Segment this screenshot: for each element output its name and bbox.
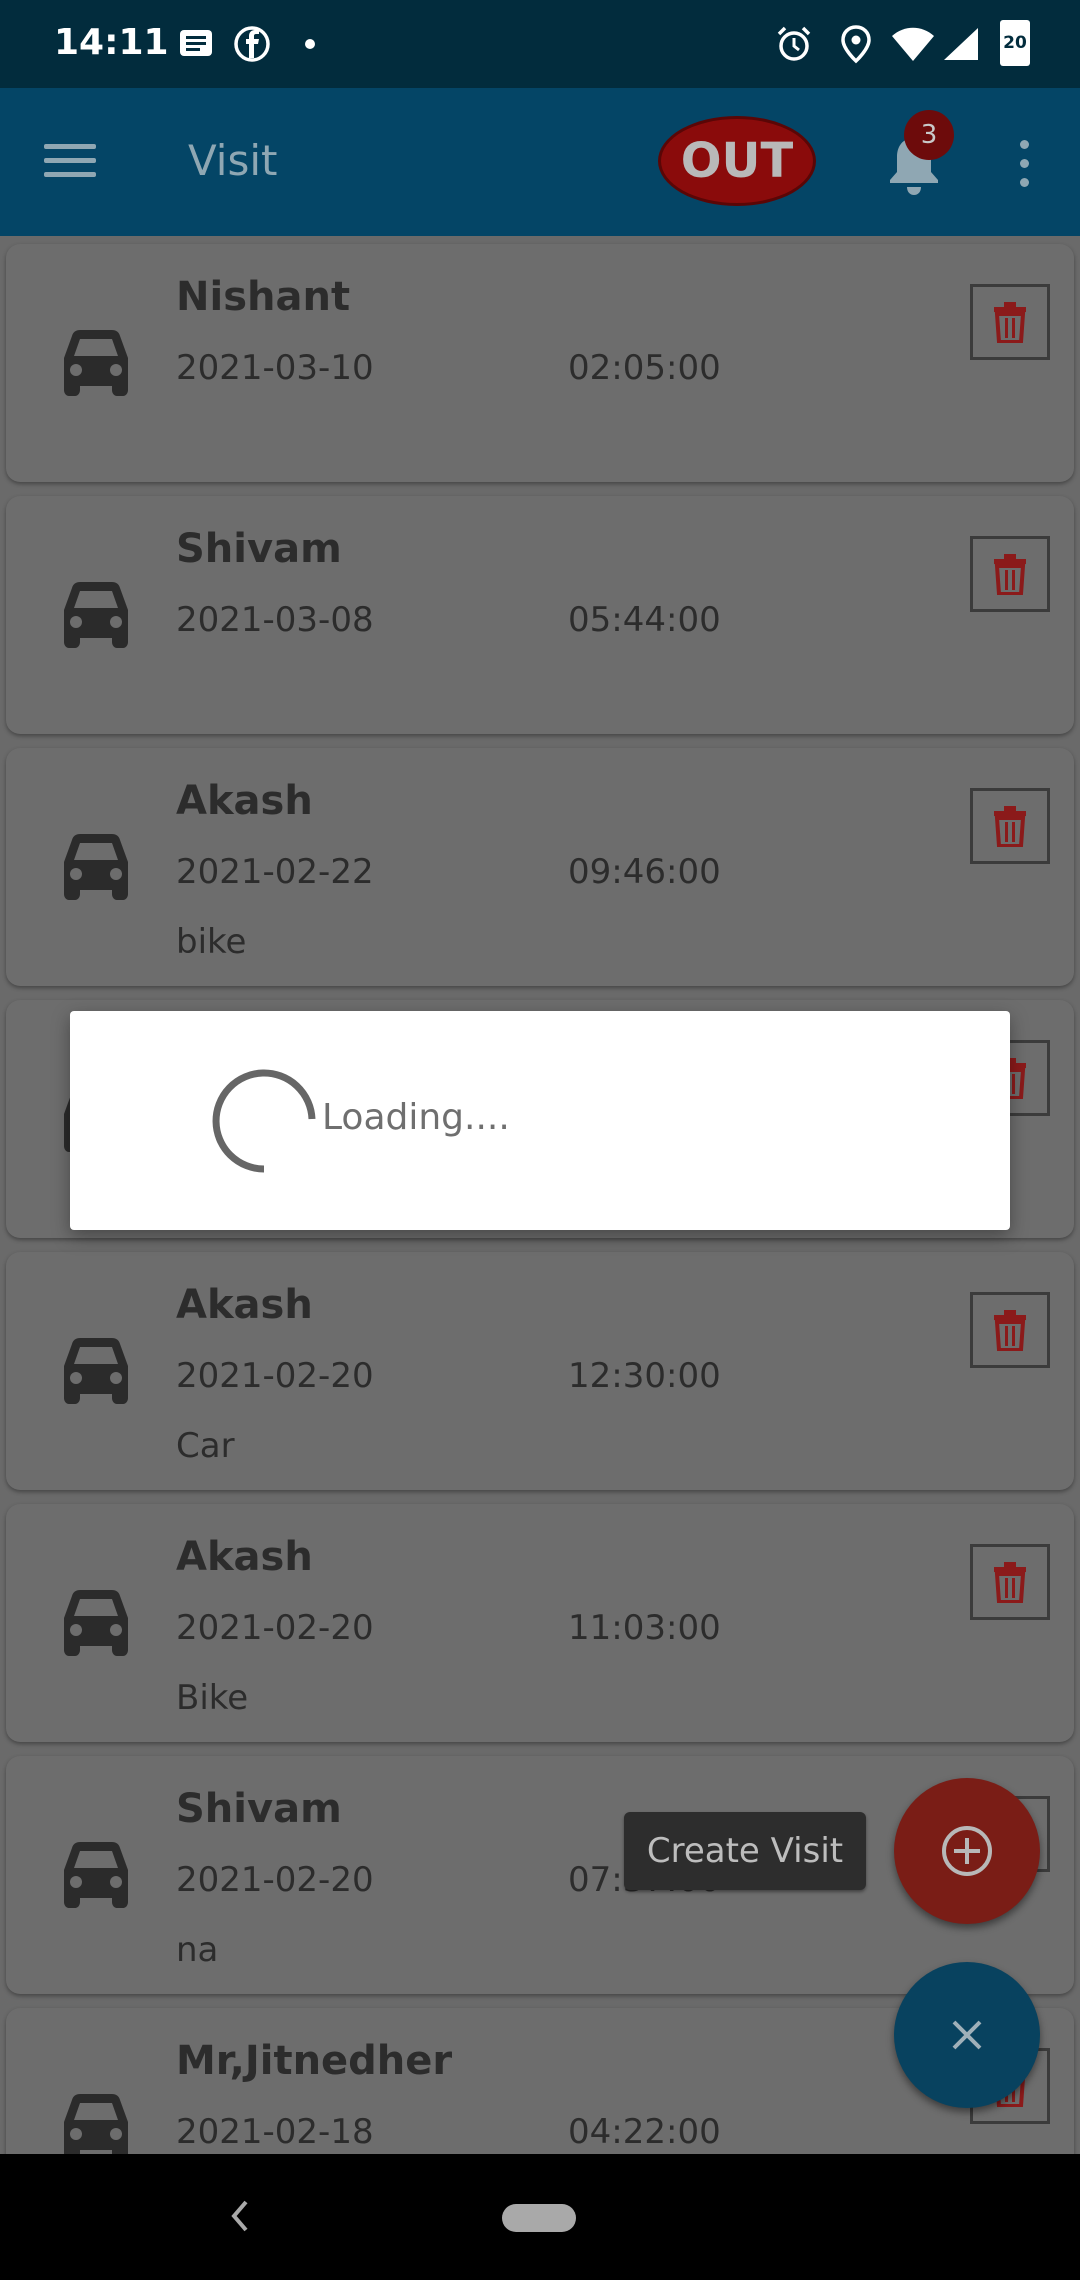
alarm-icon bbox=[777, 26, 811, 61]
visit-date: 2021-03-10 bbox=[176, 348, 374, 388]
status-bar: 14:11 20 bbox=[0, 0, 1080, 88]
visit-date: 2021-02-22 bbox=[176, 852, 374, 892]
visitor-name: Shivam bbox=[176, 526, 342, 572]
loading-spinner-icon bbox=[212, 1069, 316, 1173]
car-icon bbox=[64, 330, 128, 396]
trash-icon bbox=[994, 302, 1026, 343]
signal-icon bbox=[944, 28, 978, 60]
car-icon bbox=[64, 1338, 128, 1404]
notification-badge: 3 bbox=[904, 110, 954, 160]
dot-icon bbox=[305, 39, 315, 49]
visit-note: bike bbox=[176, 922, 247, 962]
visit-time: 05:44:00 bbox=[568, 600, 721, 640]
visit-card[interactable]: Akash 2021-02-20 11:03:00 Bike bbox=[6, 1504, 1074, 1742]
visitor-name: Akash bbox=[176, 778, 313, 824]
visit-time: 02:05:00 bbox=[568, 348, 721, 388]
visit-time: 04:22:00 bbox=[568, 2112, 721, 2152]
trash-icon bbox=[994, 554, 1026, 595]
visit-date: 2021-02-18 bbox=[176, 2112, 374, 2152]
car-icon bbox=[64, 1842, 128, 1908]
visit-date: 2021-02-20 bbox=[176, 1608, 374, 1648]
add-circle-icon bbox=[942, 1826, 992, 1876]
close-fab-button[interactable] bbox=[894, 1962, 1040, 2108]
trash-icon bbox=[994, 806, 1026, 847]
visit-note: Car bbox=[176, 1426, 235, 1466]
car-icon bbox=[64, 834, 128, 900]
page-title: Visit bbox=[188, 136, 278, 185]
trash-icon bbox=[994, 1562, 1026, 1603]
create-visit-label[interactable]: Create Visit bbox=[624, 1812, 866, 1890]
visit-card[interactable]: Nishant 2021-03-10 02:05:00 bbox=[6, 244, 1074, 482]
delete-button[interactable] bbox=[970, 788, 1050, 864]
system-nav-bar bbox=[0, 2154, 1080, 2280]
visit-time: 11:03:00 bbox=[568, 1608, 721, 1648]
visit-note: na bbox=[176, 1930, 219, 1970]
close-icon bbox=[952, 2020, 982, 2050]
delete-button[interactable] bbox=[970, 536, 1050, 612]
visitor-name: Mr,Jitnedher bbox=[176, 2038, 453, 2084]
visitor-name: Akash bbox=[176, 1282, 313, 1328]
loading-dialog: Loading.... bbox=[70, 1011, 1010, 1230]
battery-icon: 20 bbox=[1000, 20, 1030, 66]
loading-message: Loading.... bbox=[322, 1097, 510, 1138]
visit-card[interactable]: Shivam 2021-03-08 05:44:00 bbox=[6, 496, 1074, 734]
visit-date: 2021-02-20 bbox=[176, 1860, 374, 1900]
visit-date: 2021-02-20 bbox=[176, 1356, 374, 1396]
out-button[interactable]: OUT bbox=[658, 116, 816, 206]
battery-level: 20 bbox=[1003, 33, 1027, 53]
more-options-icon[interactable] bbox=[1016, 140, 1032, 188]
visitor-name: Nishant bbox=[176, 274, 351, 320]
car-icon bbox=[64, 582, 128, 648]
visitor-name: Akash bbox=[176, 1534, 313, 1580]
delete-button[interactable] bbox=[970, 284, 1050, 360]
back-icon[interactable] bbox=[226, 2194, 256, 2238]
delete-button[interactable] bbox=[970, 1544, 1050, 1620]
location-icon bbox=[841, 25, 871, 64]
car-icon bbox=[64, 1590, 128, 1656]
visit-time: 09:46:00 bbox=[568, 852, 721, 892]
menu-icon[interactable] bbox=[44, 140, 100, 180]
status-time: 14:11 bbox=[54, 22, 169, 63]
delete-button[interactable] bbox=[970, 1292, 1050, 1368]
visit-time: 12:30:00 bbox=[568, 1356, 721, 1396]
visit-note: Bike bbox=[176, 1678, 249, 1718]
visitor-name: Shivam bbox=[176, 1786, 342, 1832]
visit-date: 2021-03-08 bbox=[176, 600, 374, 640]
home-pill[interactable] bbox=[502, 2204, 576, 2232]
create-visit-button[interactable] bbox=[894, 1778, 1040, 1924]
visit-card[interactable]: Akash 2021-02-20 12:30:00 Car bbox=[6, 1252, 1074, 1490]
visit-card[interactable]: Akash 2021-02-22 09:46:00 bike bbox=[6, 748, 1074, 986]
facebook-icon bbox=[234, 26, 270, 62]
app-bar: Visit OUT 3 bbox=[0, 88, 1080, 236]
car-icon bbox=[64, 2094, 128, 2154]
trash-icon bbox=[994, 1310, 1026, 1351]
message-icon bbox=[180, 30, 212, 56]
wifi-icon bbox=[892, 27, 934, 61]
